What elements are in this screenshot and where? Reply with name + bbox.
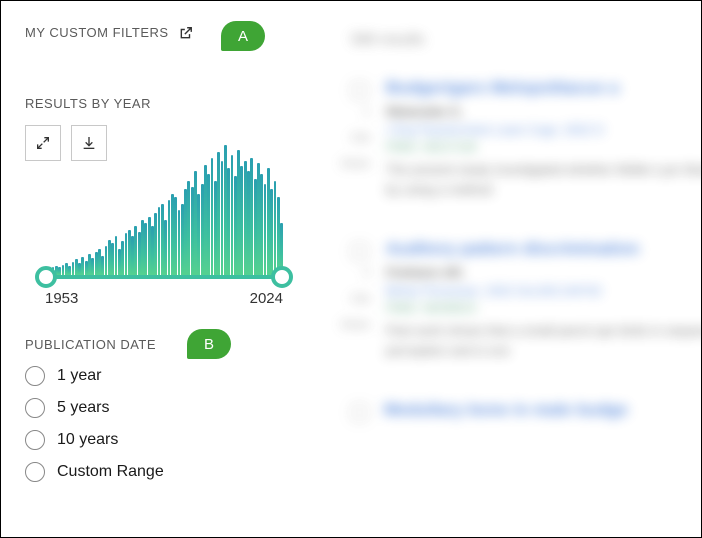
result-checkbox[interactable] <box>351 243 368 260</box>
result-title-link[interactable]: Medullary bone in male budge <box>384 400 702 420</box>
histogram-bar <box>187 181 190 275</box>
results-by-year-section: RESULTS BY YEAR 1953 2024 <box>25 96 293 305</box>
histogram-bar <box>178 210 181 275</box>
result-side-actions: 2 Cite Share <box>340 267 370 360</box>
histogram-bar <box>68 266 71 275</box>
year-slider-track[interactable] <box>45 275 283 279</box>
pubdate-option-5-years[interactable]: 5 years <box>25 398 293 418</box>
histogram-bar <box>101 256 104 276</box>
pubdate-option-label: Custom Range <box>57 463 164 481</box>
share-button[interactable]: Share <box>341 319 370 331</box>
histogram-bar <box>260 174 263 275</box>
publication-date-options: 1 year 5 years 10 years Custom Range <box>25 366 293 482</box>
histogram-bars <box>45 145 283 275</box>
cite-button[interactable]: Cite <box>350 132 370 144</box>
result-item: Medullary bone in male budge <box>351 400 702 426</box>
annotation-badge-a: A <box>221 21 265 51</box>
result-snippet: The present study investigated whether M… <box>386 160 702 199</box>
result-item: 1 Cite Share Budgerigars Melopsittacus u… <box>351 78 702 199</box>
year-slider-handle-end[interactable] <box>271 266 293 288</box>
histogram-bar <box>217 152 220 276</box>
result-body: Auditory pattern discrimination Fishbein… <box>386 239 702 360</box>
year-start-label: 1953 <box>45 290 78 307</box>
year-slider-handle-start[interactable] <box>35 266 57 288</box>
histogram-bar <box>115 236 118 275</box>
results-by-year-chart: 1953 2024 <box>25 135 293 305</box>
histogram-bar <box>58 267 61 275</box>
share-button[interactable]: Share <box>341 158 370 170</box>
result-index: 2 <box>364 267 370 279</box>
histogram-bar <box>231 155 234 275</box>
result-title-link[interactable]: Auditory pattern discrimination <box>386 239 702 259</box>
annotation-badge-b: B <box>187 329 231 359</box>
pubdate-option-label: 1 year <box>57 367 101 385</box>
pubdate-option-1-year[interactable]: 1 year <box>25 366 293 386</box>
result-checkbox[interactable] <box>351 404 368 421</box>
year-end-label: 2024 <box>250 290 283 307</box>
histogram-bar <box>121 241 124 275</box>
histogram-bar <box>134 226 137 275</box>
histogram-bar <box>174 197 177 275</box>
publication-date-heading: PUBLICATION DATE <box>25 337 293 352</box>
result-snippet: Past work shows that a small parrot spe … <box>386 321 702 360</box>
radio-icon <box>25 398 45 418</box>
result-body: Budgerigars Melopsittacus u Watanabe S. … <box>386 78 702 199</box>
histogram-bar <box>227 168 230 275</box>
histogram-bar <box>154 213 157 275</box>
histogram-bar <box>270 189 273 275</box>
pubdate-option-custom-range[interactable]: Custom Range <box>25 462 293 482</box>
radio-icon <box>25 366 45 386</box>
result-authors: Fishbein AR. <box>386 265 702 280</box>
result-side-actions: 1 Cite Share <box>340 106 370 199</box>
result-title-link[interactable]: Budgerigars Melopsittacus u <box>386 78 702 98</box>
result-item: 2 Cite Share Auditory pattern discrimina… <box>351 239 702 360</box>
histogram-bar <box>125 233 128 275</box>
external-link-icon[interactable] <box>179 26 193 40</box>
result-body: Medullary bone in male budge <box>384 400 702 426</box>
my-custom-filters-label: MY CUSTOM FILTERS <box>25 25 169 40</box>
radio-icon <box>25 462 45 482</box>
histogram-bar <box>91 258 94 275</box>
histogram-bar <box>62 265 65 275</box>
result-source: J Exp Psychol Anim Learn Cogn. 2022 O <box>386 123 702 137</box>
result-checkbox[interactable] <box>351 82 368 99</box>
histogram-bar <box>164 220 167 275</box>
histogram-bar <box>207 174 210 275</box>
year-axis-labels: 1953 2024 <box>45 290 283 307</box>
histogram-bar <box>111 243 114 276</box>
result-source: Behav Processes. 2022 Oct;202:104742 <box>386 284 702 298</box>
search-results-blurred: 589 results 1 Cite Share Budgerigars Mel… <box>331 1 702 537</box>
cite-button[interactable]: Cite <box>350 293 370 305</box>
histogram-bar <box>274 181 277 275</box>
histogram-bar <box>81 257 84 275</box>
results-count: 589 results <box>351 31 702 48</box>
result-index: 1 <box>364 106 370 118</box>
pubdate-option-label: 5 years <box>57 399 109 417</box>
histogram-bar <box>144 223 147 275</box>
histogram-bar <box>197 194 200 275</box>
result-pmid: PMID: 36038023 <box>386 301 702 315</box>
histogram-bar <box>240 166 243 275</box>
histogram-bar <box>250 158 253 275</box>
radio-icon <box>25 430 45 450</box>
publication-date-section: PUBLICATION DATE B 1 year 5 years 10 yea… <box>25 337 293 482</box>
results-by-year-heading: RESULTS BY YEAR <box>25 96 293 111</box>
result-pmid: PMID: 36227108 <box>386 140 702 154</box>
pubdate-option-label: 10 years <box>57 431 118 449</box>
result-authors: Watanabe S. <box>386 104 702 119</box>
histogram-bar <box>72 262 75 275</box>
histogram-bar <box>221 161 224 275</box>
histogram-bar <box>168 200 171 275</box>
filters-sidebar: MY CUSTOM FILTERS A RESULTS BY YEAR 1953 <box>1 1 311 537</box>
pubdate-option-10-years[interactable]: 10 years <box>25 430 293 450</box>
